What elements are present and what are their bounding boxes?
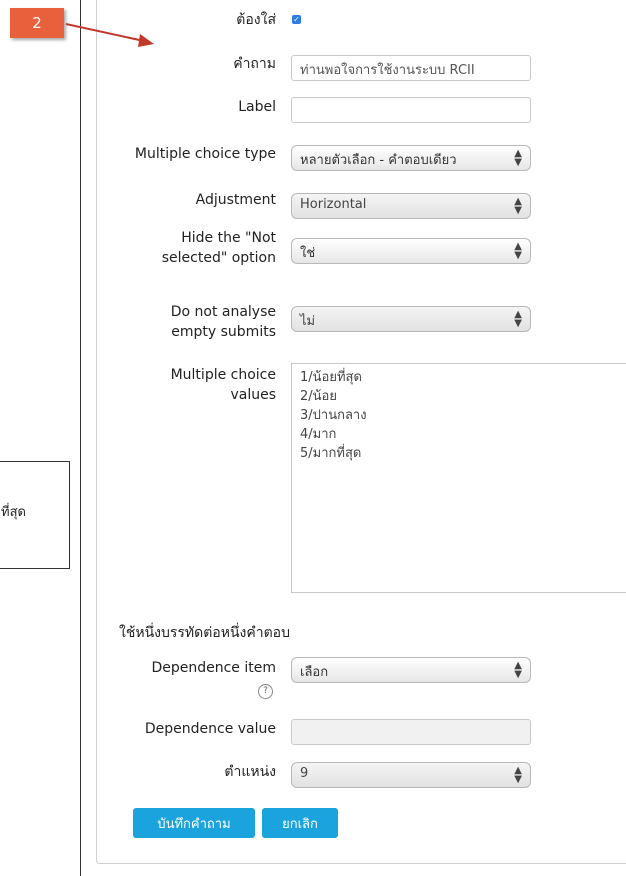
choice-type-value: หลายตัวเลือก - คำตอบเดียว: [300, 153, 457, 168]
updown-arrows-icon: ▲ ▼: [514, 765, 522, 785]
adjustment-label: Adjustment: [195, 192, 276, 208]
choice-value-line: 5/มากที่สุด: [300, 446, 362, 461]
check-icon: ✓: [293, 15, 300, 24]
callout-text: ที่สุด: [1, 505, 26, 520]
position-label: ตำแหน่ง: [224, 764, 276, 780]
label-field-label: Label: [238, 99, 276, 115]
updown-arrows-icon: ▲ ▼: [514, 148, 522, 168]
cancel-button[interactable]: ยกเลิก: [262, 808, 338, 838]
choice-values-label: Multiple choice values: [171, 365, 276, 405]
dependence-item-value: เลือก: [300, 665, 329, 680]
dependence-value-input[interactable]: [291, 719, 531, 745]
updown-arrows-icon: ▲ ▼: [514, 660, 522, 680]
updown-arrows-icon: ▲ ▼: [514, 241, 522, 261]
no-analyse-line1: Do not analyse: [170, 304, 276, 320]
hide-label-line1: Hide the "Not: [181, 230, 276, 246]
label-input[interactable]: [291, 97, 531, 123]
choice-values-line2: values: [230, 387, 276, 403]
question-input[interactable]: ท่านพอใจการใช้งานระบบ RCII: [291, 55, 531, 81]
adjustment-value: Horizontal: [300, 197, 367, 212]
no-analyse-label: Do not analyse empty submits: [171, 302, 276, 342]
required-checkbox[interactable]: ✓: [292, 15, 301, 24]
choice-value-line: 4/มาก: [300, 427, 337, 442]
choice-values-textarea[interactable]: 1/น้อยที่สุด 2/น้อย 3/ปานกลาง 4/มาก 5/มา…: [291, 363, 626, 593]
hide-not-selected-select[interactable]: ใช่ ▲ ▼: [291, 238, 531, 264]
choice-value-line: 2/น้อย: [300, 389, 337, 404]
required-label: ต้องใส่: [236, 12, 276, 28]
hide-not-selected-value: ใช่: [300, 246, 316, 261]
frame-line: [80, 0, 81, 876]
dependence-value-label: Dependence value: [144, 721, 276, 737]
choice-type-label: Multiple choice type: [134, 146, 276, 162]
hide-label-line2: selected" option: [161, 250, 276, 266]
no-analyse-value: ไม่: [300, 314, 316, 329]
choice-values-line1: Multiple choice: [170, 367, 276, 383]
hide-not-selected-label: Hide the "Not selected" option: [162, 228, 276, 268]
annotation-arrow: [65, 23, 154, 47]
choice-value-line: 1/น้อยที่สุด: [300, 370, 362, 385]
position-value: 9: [300, 766, 309, 781]
updown-arrows-icon: ▲ ▼: [514, 309, 522, 329]
no-analyse-select[interactable]: ไม่ ▲ ▼: [291, 306, 531, 332]
choice-type-select[interactable]: หลายตัวเลือก - คำตอบเดียว ▲ ▼: [291, 145, 531, 171]
updown-arrows-icon: ▲ ▼: [514, 196, 522, 216]
position-select[interactable]: 9 ▲ ▼: [291, 762, 531, 788]
choice-value-line: 3/ปานกลาง: [300, 408, 367, 423]
annotation-callout: ที่สุด: [0, 461, 70, 569]
dependence-item-select[interactable]: เลือก ▲ ▼: [291, 657, 531, 683]
dependence-item-label: Dependence item: [151, 660, 276, 676]
choice-values-hint: ใช้หนึ่งบรรทัดต่อหนึ่งคำตอบ: [119, 625, 290, 641]
adjustment-select[interactable]: Horizontal ▲ ▼: [291, 193, 531, 219]
question-label: คำถาม: [233, 56, 276, 72]
no-analyse-line2: empty submits: [171, 324, 276, 340]
save-question-button[interactable]: บันทึกคำถาม: [133, 808, 255, 838]
help-icon[interactable]: ?: [258, 684, 273, 699]
annotation-badge: 2: [10, 8, 64, 38]
